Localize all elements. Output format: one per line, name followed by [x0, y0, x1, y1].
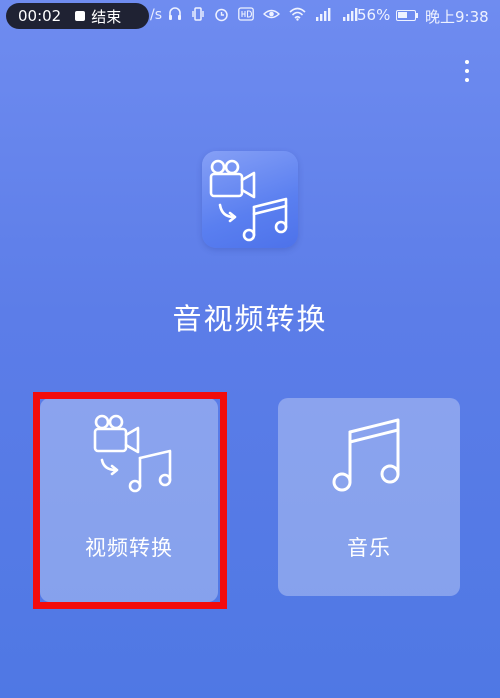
battery-icon [396, 10, 416, 21]
music-card[interactable]: 音乐 [278, 398, 460, 596]
music-note-icon [332, 418, 400, 492]
battery-percent: 56% [357, 6, 391, 24]
status-clock: 晚上9:38 [425, 8, 489, 26]
recording-stop-label: 结束 [91, 7, 122, 26]
hd-icon [238, 7, 254, 21]
more-vertical-icon [465, 60, 469, 64]
video-to-music-icon [209, 159, 288, 242]
signal-icon [315, 7, 333, 21]
app-logo [202, 151, 298, 248]
eye-icon [263, 7, 280, 21]
video-convert-card[interactable]: 视频转换 [40, 398, 218, 602]
headphones-icon [168, 6, 182, 22]
net-speed: /s [150, 7, 163, 23]
screen-recording-pill[interactable]: 00:02 结束 [6, 3, 149, 29]
stop-icon [75, 11, 86, 21]
alarm-icon [214, 6, 229, 22]
video-to-music-icon [93, 414, 172, 493]
app-title: 音视频转换 [172, 302, 328, 336]
status-icons [168, 6, 360, 22]
wifi-icon [289, 7, 306, 21]
video-convert-label: 视频转换 [85, 536, 173, 560]
more-options-button[interactable] [455, 55, 479, 87]
status-bar: 00:02 结束 /s 56% 晚上9:38 [0, 0, 500, 32]
vibrate-icon [191, 6, 205, 22]
recording-time: 00:02 [18, 7, 62, 25]
music-label: 音乐 [347, 536, 391, 560]
